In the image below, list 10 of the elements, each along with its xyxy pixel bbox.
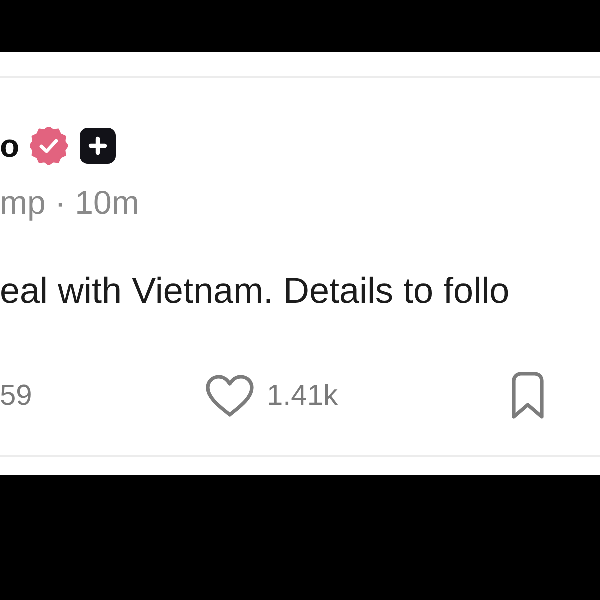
post-text: eal with Vietnam. Details to follo [0, 273, 510, 309]
heart-icon [205, 374, 255, 418]
author-name: o [0, 130, 20, 162]
bookmark-button[interactable] [510, 371, 546, 421]
reply-count: 59 [0, 382, 32, 410]
like-button[interactable]: 1.41k [205, 374, 338, 418]
follow-plus-button[interactable] [80, 128, 116, 164]
post-meta: mp · 10m [0, 186, 140, 219]
plus-icon [88, 136, 108, 156]
bookmark-icon [510, 371, 546, 421]
